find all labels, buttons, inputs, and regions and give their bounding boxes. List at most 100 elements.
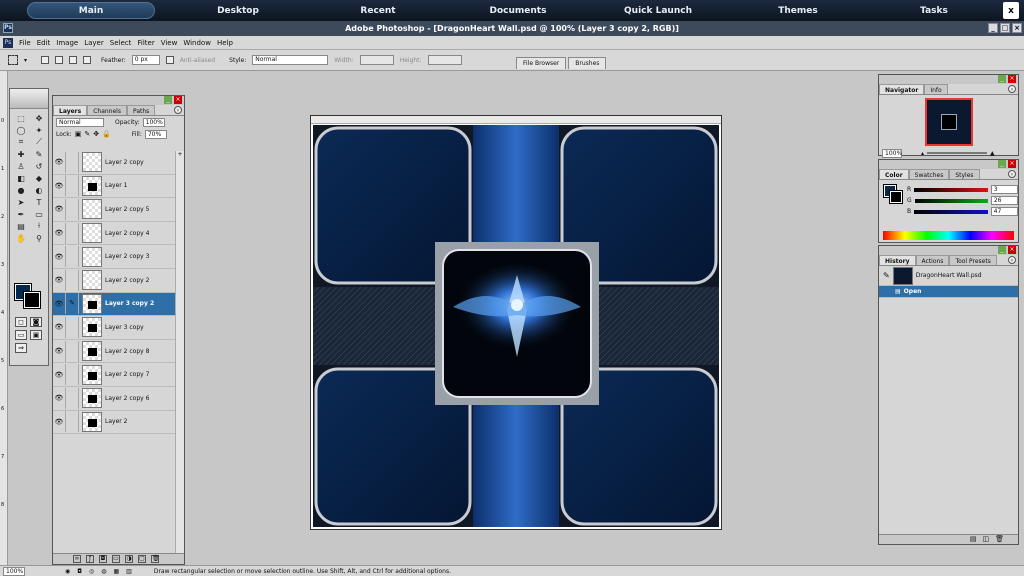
panel-close-icon[interactable]: × — [1008, 246, 1016, 254]
new-document-icon[interactable]: ▤ — [970, 535, 977, 544]
zoom-tool-icon[interactable]: ⚲ — [31, 233, 47, 243]
status-icon-3[interactable]: ◎ — [89, 568, 94, 575]
shape-tool-icon[interactable]: ▭ — [31, 209, 47, 219]
delete-layer-icon[interactable]: 🗑 — [151, 555, 160, 563]
visibility-eye-icon[interactable]: 👁 — [53, 182, 65, 190]
nav-tab-themes[interactable]: Themes — [734, 2, 862, 19]
tab-swatches[interactable]: Swatches — [908, 169, 950, 179]
delete-state-icon[interactable]: 🗑 — [995, 535, 1004, 544]
nav-tab-desktop[interactable]: Desktop — [174, 2, 302, 19]
visibility-eye-icon[interactable]: 👁 — [53, 253, 65, 261]
layer-list-scrollbar[interactable]: + — [175, 151, 184, 553]
visibility-eye-icon[interactable]: 👁 — [53, 276, 65, 284]
layer-row[interactable]: 👁 Layer 2 copy 6 — [53, 386, 177, 411]
layer-style-icon[interactable]: ƒ — [86, 555, 94, 563]
panel-menu-icon[interactable]: › — [1008, 85, 1016, 93]
dodge-tool-icon[interactable]: ◐ — [31, 185, 47, 195]
tab-color[interactable]: Color — [879, 169, 909, 179]
fill-input[interactable]: 70% — [144, 129, 167, 139]
lock-position-icon[interactable]: ✥ — [93, 130, 99, 138]
marquee-tool-icon[interactable]: ⬚ — [13, 113, 29, 123]
zoom-in-icon[interactable]: ▲ — [990, 150, 995, 157]
tab-info[interactable]: Info — [924, 84, 948, 94]
lock-image-icon[interactable]: ✎ — [84, 130, 90, 138]
tool-preset-arrow-icon[interactable]: ▾ — [24, 57, 27, 64]
lock-all-icon[interactable]: 🔒 — [102, 130, 111, 138]
layer-link-slot[interactable] — [65, 387, 79, 409]
menu-view[interactable]: View — [158, 39, 181, 47]
panel-minimize-icon[interactable]: _ — [998, 75, 1006, 83]
adjustment-layer-icon[interactable]: ◑ — [125, 555, 133, 563]
history-snapshot[interactable]: ✎ DragonHeart Wall.psd — [879, 266, 1018, 286]
menu-select[interactable]: Select — [107, 39, 135, 47]
layer-link-slot[interactable] — [65, 340, 79, 362]
lasso-tool-icon[interactable]: ◯ — [13, 125, 29, 135]
layer-brush-icon[interactable]: ✎ — [65, 293, 79, 315]
status-icon-5[interactable]: ▦ — [114, 568, 120, 575]
tab-tool-presets[interactable]: Tool Presets — [949, 255, 997, 265]
lock-transparency-icon[interactable]: ▣ — [75, 130, 82, 138]
layer-row[interactable]: 👁 Layer 1 — [53, 174, 177, 199]
layer-row[interactable]: 👁 Layer 2 copy 7 — [53, 363, 177, 387]
visibility-eye-icon[interactable]: 👁 — [53, 205, 65, 213]
channel-slider[interactable] — [914, 187, 988, 192]
close-icon[interactable]: x — [1003, 2, 1019, 19]
new-set-icon[interactable]: ▭ — [112, 555, 120, 563]
width-input[interactable] — [359, 55, 394, 65]
jump-to-imageready-icon[interactable]: ⇒ — [15, 343, 27, 353]
menu-help[interactable]: Help — [214, 39, 236, 47]
new-layer-icon[interactable]: ▢ — [138, 555, 146, 563]
nav-tab-tasks[interactable]: Tasks — [874, 2, 994, 19]
menu-edit[interactable]: Edit — [34, 39, 54, 47]
visibility-eye-icon[interactable]: 👁 — [53, 323, 65, 331]
blend-mode-select[interactable]: Normal — [56, 117, 104, 127]
nav-tab-main[interactable]: Main — [27, 2, 155, 19]
feather-input[interactable]: 0 px — [131, 55, 160, 65]
magic-wand-tool-icon[interactable]: ✦ — [31, 125, 47, 135]
layer-link-slot[interactable] — [65, 222, 79, 244]
toolbox-header[interactable] — [10, 89, 48, 109]
standard-mode-icon[interactable]: ◻ — [15, 317, 27, 327]
panel-minimize-icon[interactable]: _ — [998, 246, 1006, 254]
tab-layers[interactable]: Layers — [53, 105, 88, 115]
paint-bucket-icon[interactable]: ◆ — [31, 173, 47, 183]
quick-mask-icon[interactable]: ◙ — [30, 317, 42, 327]
history-brush-icon[interactable]: ↺ — [31, 161, 47, 171]
well-file-browser[interactable]: File Browser — [516, 57, 567, 69]
menu-layer[interactable]: Layer — [81, 39, 107, 47]
layer-row[interactable]: 👁 Layer 2 — [53, 410, 177, 435]
layer-link-slot[interactable] — [65, 246, 79, 268]
screen-mode-standard-icon[interactable]: ▭ — [15, 330, 27, 340]
visibility-eye-icon[interactable]: 👁 — [53, 418, 65, 426]
tab-paths[interactable]: Paths — [126, 105, 156, 115]
channel-value-input[interactable]: 3 — [990, 185, 1018, 194]
channel-value-input[interactable]: 47 — [990, 207, 1018, 216]
status-zoom[interactable]: 100% — [3, 566, 25, 576]
layer-link-slot[interactable] — [65, 316, 79, 338]
status-icon-4[interactable]: ◍ — [101, 568, 106, 575]
layer-link-slot[interactable] — [65, 269, 79, 291]
layer-link-slot[interactable] — [65, 151, 79, 173]
link-layers-icon[interactable]: ∞ — [73, 555, 81, 563]
visibility-eye-icon[interactable]: 👁 — [53, 158, 65, 166]
panel-minimize-icon[interactable]: _ — [164, 96, 172, 104]
layer-link-slot[interactable] — [65, 175, 79, 197]
layer-row[interactable]: 👁 Layer 2 copy 8 — [53, 339, 177, 364]
add-mask-icon[interactable]: ◘ — [99, 555, 107, 563]
navigator-zoom-input[interactable]: 100% — [882, 148, 902, 158]
tab-navigator[interactable]: Navigator — [879, 84, 925, 94]
tab-actions[interactable]: Actions — [915, 255, 950, 265]
nav-tab-recent[interactable]: Recent — [314, 2, 442, 19]
layer-link-slot[interactable] — [65, 364, 79, 386]
nav-tab-quick-launch[interactable]: Quick Launch — [594, 2, 722, 19]
navigator-thumbnail[interactable] — [924, 98, 973, 146]
panel-close-icon[interactable]: × — [1008, 75, 1016, 83]
zoom-out-icon[interactable]: ▴ — [921, 150, 924, 157]
style-select[interactable]: Normal — [252, 55, 329, 65]
healing-brush-icon[interactable]: ✚ — [13, 149, 29, 159]
panel-close-icon[interactable]: × — [174, 96, 182, 104]
background-color-swatch[interactable] — [23, 291, 41, 309]
layer-row[interactable]: 👁 Layer 2 copy 4 — [53, 221, 177, 246]
panel-menu-icon[interactable]: › — [174, 106, 182, 114]
status-icon-6[interactable]: ▥ — [126, 568, 132, 575]
